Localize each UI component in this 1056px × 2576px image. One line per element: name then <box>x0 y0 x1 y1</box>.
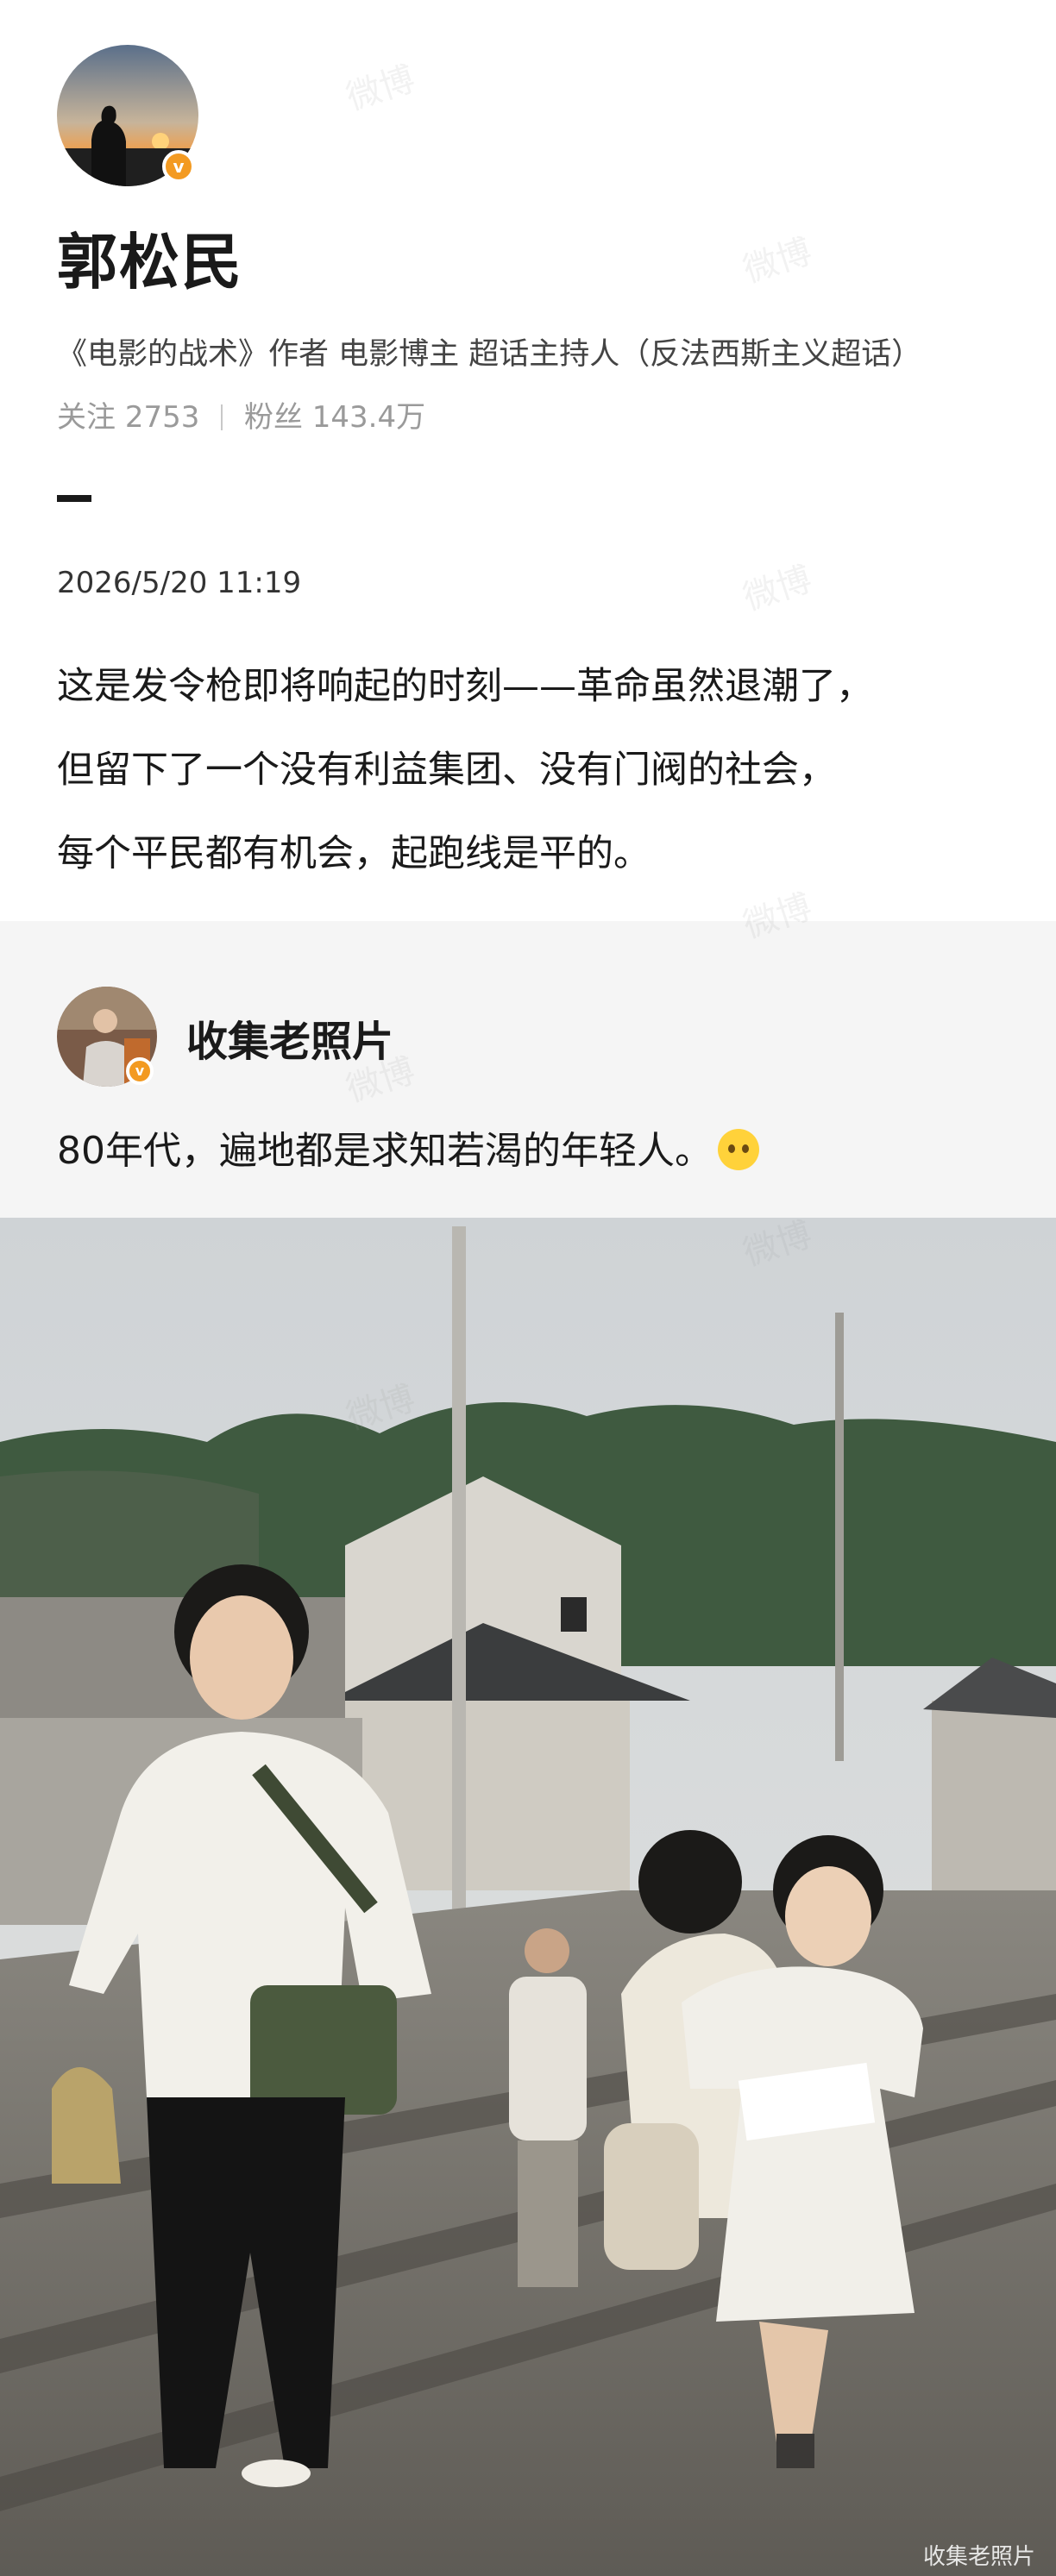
followers-count[interactable]: 143.4万 <box>312 400 425 435</box>
post-line: 但留下了一个没有利益集团、没有门阀的社会， <box>57 749 836 792</box>
repost-text: 80年代，遍地都是求知若渴的年轻人。 <box>57 1119 759 1175</box>
verified-badge-icon: v <box>162 150 195 183</box>
post-photo[interactable]: 收集老照片 <box>0 1218 1056 2576</box>
profile-stats: 关注 2753 粉丝 143.4万 <box>57 393 425 436</box>
crying-face-emoji-icon <box>718 1129 759 1170</box>
repost-author[interactable]: 收集老照片 <box>186 1007 393 1068</box>
verified-badge-icon: v <box>126 1057 154 1085</box>
post-timestamp: 2026/5/20 11:19 <box>57 566 302 600</box>
stats-divider <box>221 404 223 430</box>
post-line: 这是发令枪即将响起的时刻——革命虽然退潮了， <box>57 665 873 708</box>
photo-credit: 收集老照片 <box>922 2544 1035 2570</box>
followers-label[interactable]: 粉丝 <box>244 400 303 435</box>
section-divider <box>57 495 91 502</box>
original-post: v 郭松民 《电影的战术》作者 电影博主 超话主持人（反法西斯主义超话） 关注 … <box>0 0 1056 921</box>
repost-text-content: 80年代，遍地都是求知若渴的年轻人。 <box>57 1129 713 1173</box>
repost-card[interactable]: v 收集老照片 80年代，遍地都是求知若渴的年轻人。 收集老照片 <box>0 921 1056 2576</box>
profile-name[interactable]: 郭松民 <box>57 214 243 301</box>
following-count[interactable]: 2753 <box>125 400 200 435</box>
profile-bio: 《电影的战术》作者 电影博主 超话主持人（反法西斯主义超话） <box>57 337 922 372</box>
post-line: 每个平民都有机会，起跑线是平的。 <box>57 832 651 875</box>
post-text: 这是发令枪即将响起的时刻——革命虽然退潮了， 但留下了一个没有利益集团、没有门阀… <box>57 645 1023 896</box>
following-label[interactable]: 关注 <box>57 400 116 435</box>
